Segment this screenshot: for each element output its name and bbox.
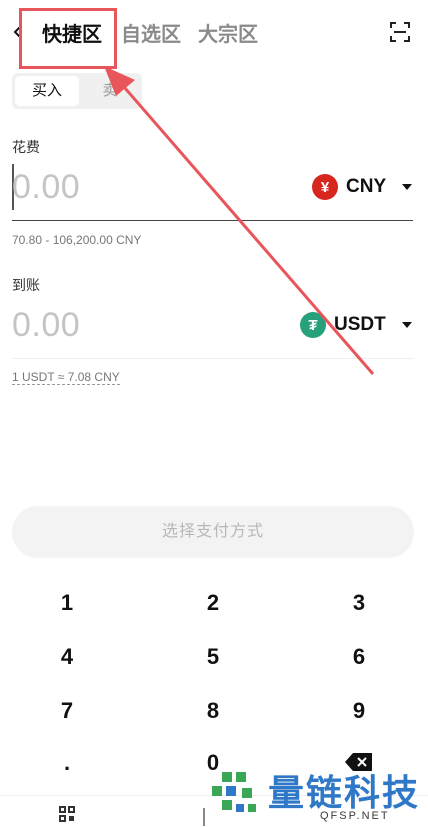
watermark-text: 量链科技	[268, 773, 421, 814]
annotation-arrow	[104, 66, 375, 375]
watermark-subtext: QFSP.NET	[320, 810, 390, 822]
watermark-logo-icon	[212, 772, 256, 812]
watermark: 量链科技 QFSP.NET	[208, 760, 428, 827]
